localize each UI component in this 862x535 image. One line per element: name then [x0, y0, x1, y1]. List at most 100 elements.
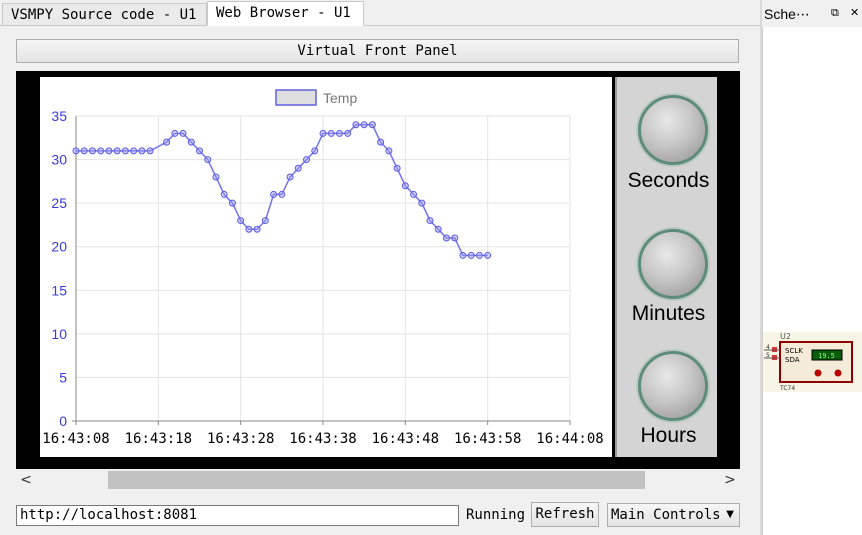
y-tick-label: 35: [51, 108, 67, 124]
temp-data-point: [393, 164, 401, 172]
schematic-side-panel: Sche⋯ ⧉ ✕ U2 4 5 SCLK SDA 19.5 TC74: [762, 0, 862, 535]
pin-number-5: 5: [766, 352, 770, 359]
temp-data-point: [475, 251, 483, 259]
schematic-canvas[interactable]: U2 4 5 SCLK SDA 19.5 TC74: [762, 27, 862, 535]
temp-data-point: [171, 129, 179, 137]
temp-data-point: [344, 129, 352, 137]
temp-data-point: [228, 199, 236, 207]
minutes-label: Minutes: [631, 302, 706, 325]
temp-data-point: [138, 147, 146, 155]
horizontal-scrollbar[interactable]: < >: [16, 469, 740, 491]
y-tick-label: 25: [51, 195, 67, 211]
temp-data-point: [484, 251, 492, 259]
temp-data-point: [319, 129, 327, 137]
temp-data-point: [196, 147, 203, 155]
chevron-down-icon: ▼: [726, 509, 734, 520]
temp-data-point: [278, 190, 286, 198]
temp-data-point: [335, 129, 343, 137]
temp-data-point: [105, 147, 113, 155]
scrollbar-thumb[interactable]: [108, 471, 645, 489]
knob-panel: Seconds Minutes Hours: [615, 77, 717, 457]
x-tick-label: 16:44:08: [536, 431, 603, 447]
y-tick-label: 20: [51, 239, 67, 255]
temp-data-point: [212, 173, 220, 181]
temp-data-point: [204, 156, 212, 164]
y-tick-label: 5: [59, 369, 67, 385]
x-tick-label: 16:43:58: [454, 431, 521, 447]
restore-icon[interactable]: ⧉: [831, 6, 839, 20]
temp-data-point: [220, 190, 228, 198]
temp-data-point: [410, 190, 418, 198]
pin-sclk: SCLK: [785, 347, 803, 355]
scroll-left-icon[interactable]: <: [16, 469, 36, 491]
minutes-knob[interactable]: [638, 229, 708, 299]
temp-data-point: [130, 147, 138, 155]
refresh-button[interactable]: Refresh: [531, 502, 599, 527]
tc74-component-icon: U2 4 5 SCLK SDA 19.5 TC74: [764, 332, 853, 392]
legend-swatch: [275, 89, 317, 106]
scroll-right-icon[interactable]: >: [720, 469, 740, 491]
temp-data-point: [303, 156, 311, 164]
temp-data-point: [113, 147, 121, 155]
temp-data-point: [451, 234, 459, 242]
y-tick-label: 10: [51, 326, 67, 342]
hours-knob[interactable]: [638, 351, 708, 421]
y-tick-label: 15: [51, 282, 67, 298]
temp-data-point: [187, 138, 195, 146]
temp-series-line: [76, 123, 488, 257]
url-field[interactable]: http://localhost:8081: [16, 505, 459, 526]
y-tick-label: 0: [59, 413, 67, 429]
y-tick-label: 30: [51, 152, 67, 168]
temp-data-point: [245, 225, 253, 233]
temp-data-point: [360, 121, 368, 129]
legend-label: Temp: [323, 90, 357, 106]
main-area: VSMPY Source code - U1 Web Browser - U1 …: [0, 0, 760, 535]
x-tick-label: 16:43:38: [289, 431, 356, 447]
temp-data-point: [459, 251, 467, 259]
pin-number-4: 4: [766, 344, 770, 351]
close-icon[interactable]: ✕: [850, 6, 859, 19]
x-tick-label: 16:43:48: [372, 431, 439, 447]
seconds-label: Seconds: [627, 169, 710, 192]
temp-data-point: [368, 121, 376, 129]
temp-data-point: [121, 147, 129, 155]
temp-data-point: [327, 129, 335, 137]
temp-data-point: [179, 129, 187, 137]
temp-data-point: [237, 217, 245, 225]
side-panel-title: Sche⋯: [764, 6, 810, 22]
temp-data-point: [97, 147, 105, 155]
temp-data-point: [377, 138, 385, 146]
component-part: TC74: [779, 385, 795, 392]
temp-data-point: [146, 147, 154, 155]
tab-web-browser[interactable]: Web Browser - U1: [207, 1, 364, 26]
chart-area: 0 5 10 15 20 25 30 35 16:43:08 16:43:18 16:43:28 16…: [40, 77, 612, 457]
temp-data-point: [352, 121, 360, 129]
temp-data-point: [385, 147, 393, 155]
component-ref: U2: [780, 332, 791, 341]
main-controls-select[interactable]: Main Controls ▼: [607, 503, 740, 527]
browser-viewport: 0 5 10 15 20 25 30 35 16:43:08 16:43:18 16:43:28 16…: [16, 71, 740, 469]
hours-label: Hours: [640, 424, 697, 447]
temp-data-point: [163, 138, 171, 146]
temp-data-point: [270, 190, 278, 198]
seconds-knob[interactable]: [638, 95, 708, 165]
temp-data-point: [467, 251, 475, 259]
pin-sda: SDA: [785, 356, 800, 364]
temp-data-point: [418, 199, 426, 207]
component-display: 19.5: [818, 352, 835, 360]
x-tick-label: 16:43:18: [125, 431, 192, 447]
schematic-component[interactable]: U2 4 5 SCLK SDA 19.5 TC74: [763, 332, 862, 392]
temp-data-point: [294, 164, 302, 172]
tab-source-code[interactable]: VSMPY Source code - U1: [2, 3, 207, 25]
virtual-front-panel-button[interactable]: Virtual Front Panel: [16, 39, 739, 63]
temp-data-point: [426, 217, 434, 225]
tab-bar: VSMPY Source code - U1 Web Browser - U1: [0, 0, 760, 26]
temp-data-point: [286, 173, 294, 181]
temp-data-point: [88, 147, 96, 155]
x-tick-label: 16:43:28: [207, 431, 274, 447]
temperature-chart: 0 5 10 15 20 25 30 35 16:43:08 16:43:18 16:43:28 16…: [42, 89, 604, 447]
temp-data-point: [80, 147, 88, 155]
x-tick-label: 16:43:08: [42, 431, 109, 447]
temp-data-point: [443, 234, 450, 242]
temp-data-point: [261, 217, 269, 225]
